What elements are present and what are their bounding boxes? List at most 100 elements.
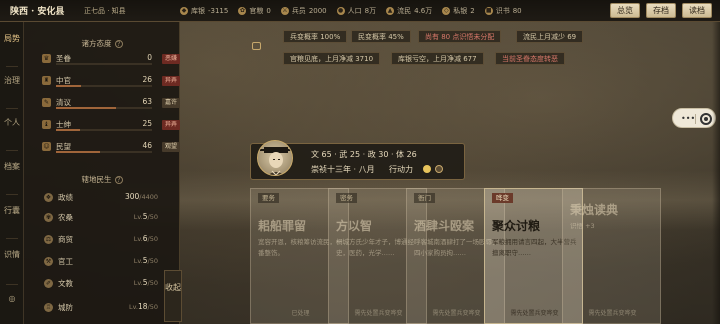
level-max: /50	[147, 279, 158, 287]
stat-value: 0	[266, 6, 271, 15]
tab-label: 个人	[4, 118, 20, 127]
overview-button[interactable]: 总览	[610, 3, 640, 18]
card-title: 聚众讨粮	[492, 219, 541, 233]
top-bar: 陕西 · 安化县 正七品 · 知县 ◆ 库银 -3115 ✿ 官粮 0 ⚔ 兵员 2000 …	[0, 0, 720, 22]
attitude-value: 25	[142, 119, 152, 128]
welfare-level: Lv.5/50	[134, 278, 158, 287]
status-panel: 诸方态度? ♛ 圣眷 0 恶嫌 ♜ 中官 26 异弄 ✎ 清议 63 嘉许 ♝ …	[24, 22, 180, 324]
welfare-row-defense[interactable]: ♖ 城防 Lv.18/50	[44, 302, 170, 314]
level-max: /50	[147, 235, 158, 243]
stat-label: 兵员	[291, 6, 306, 15]
character-attributes: 文 65 · 武 25 · 政 30 · 体 26	[311, 150, 417, 159]
alert-chip[interactable]: 官粮见底，上月净减 3710	[283, 52, 381, 65]
soldier-icon: ⚔	[280, 6, 289, 15]
status-badge: 观望	[162, 142, 180, 152]
people-icon: ☺	[42, 142, 51, 151]
alert-chip[interactable]: 兵变概率 100%	[283, 30, 348, 43]
attitude-row-gentry[interactable]: ♝ 士绅 25	[42, 118, 152, 132]
stat-label: 人口	[347, 6, 362, 15]
stat-knowledge: ■ 识书 80	[484, 6, 522, 16]
attitude-bar-fill	[56, 151, 101, 153]
save-button[interactable]: 存档	[646, 3, 676, 18]
attitude-row-emperor[interactable]: ♛ 圣眷 0	[42, 52, 152, 66]
resource-stats: ◆ 库银 -3115 ✿ 官粮 0 ⚔ 兵员 2000 ● 人口 8万 ▲ 流民 4.6万 ◇ 私银 2…	[180, 6, 610, 16]
stat-private-silver: ◇ 私银 2	[442, 6, 475, 16]
status-badge: 异弄	[162, 76, 180, 86]
attitude-bar	[56, 129, 152, 131]
chat-icon[interactable]	[252, 42, 261, 50]
stat-value: 8万	[364, 6, 377, 15]
official-portrait-icon	[260, 147, 292, 175]
collapse-panel-button[interactable]: 收起	[164, 270, 182, 322]
rail-divider	[6, 150, 18, 151]
welfare-label: 文教	[58, 279, 73, 288]
stat-value: 2	[470, 6, 475, 15]
welfare-label: 官工	[58, 257, 73, 266]
attitude-bar-fill	[56, 129, 80, 131]
top-buttons: 总览 存档 读档	[610, 3, 720, 18]
level-prefix: Lv.	[133, 235, 143, 243]
rail-divider	[6, 194, 18, 195]
politics-value: 300	[124, 192, 140, 201]
status-badge: 嘉许	[162, 98, 180, 108]
brush-icon: ✎	[42, 98, 51, 107]
hammer-icon: ⚒	[44, 257, 53, 266]
stat-value: 2000	[308, 6, 327, 15]
tab-inventory[interactable]: 行囊	[0, 206, 24, 216]
avatar[interactable]	[257, 140, 293, 176]
action-point-filled	[423, 165, 431, 173]
private-silver-icon: ◇	[442, 6, 451, 15]
scroll-icon: ❖	[44, 193, 53, 202]
character-card[interactable]: 文 65 · 武 25 · 政 30 · 体 26 崇祯十三年 · 八月 行动力	[250, 140, 465, 180]
welfare-row-education[interactable]: ✐ 文教 Lv.5/50	[44, 278, 170, 290]
welfare-label: 政绩	[58, 193, 73, 202]
stat-value: -3115	[208, 6, 229, 15]
tab-situation[interactable]: 局势	[0, 34, 24, 44]
left-tab-rail: 局势 治理 个人 档案 行囊 识情 ◎	[0, 22, 24, 324]
attitudes-title-text: 诸方态度	[81, 39, 112, 48]
card-description: 识悟 +3	[570, 222, 595, 230]
stat-label: 库银	[191, 6, 205, 15]
event-card[interactable]: 秉烛读典 识悟 +3 需先处置兵变哗变	[562, 188, 661, 324]
card-category: 哗变	[492, 193, 513, 203]
stat-grain: ✿ 官粮 0	[238, 6, 271, 16]
card-title: 秉烛读典	[570, 203, 619, 217]
attitude-row-literati[interactable]: ✎ 清议 63	[42, 96, 152, 110]
tab-intel[interactable]: 识情	[0, 250, 24, 260]
alert-chip[interactable]: 民变概率 45%	[351, 30, 411, 43]
welfare-row-farming[interactable]: ✾ 农桑 Lv.5/50	[44, 212, 170, 224]
welfare-title: 辖地民生?	[24, 174, 180, 185]
level-prefix: Lv.	[133, 279, 143, 287]
attitude-bar-fill	[56, 85, 81, 87]
welfare-row-trade[interactable]: ⚖ 商贸 Lv.6/50	[44, 234, 170, 246]
help-icon[interactable]: ?	[114, 176, 123, 184]
alert-chip[interactable]: 尚有 80 点识悟未分配	[418, 30, 502, 43]
settings-icon[interactable]: ◎	[0, 294, 24, 304]
help-icon[interactable]: ?	[114, 40, 123, 48]
edge-shadow	[712, 22, 720, 324]
wall-icon: ♖	[44, 303, 53, 312]
more-dots-icon[interactable]: •••	[681, 115, 695, 123]
stat-label: 私银	[453, 6, 468, 15]
record-icon[interactable]	[700, 113, 712, 125]
attitude-row-people[interactable]: ☺ 民望 46	[42, 140, 152, 154]
alert-chip[interactable]: 库银亏空，上月净减 677	[391, 52, 484, 65]
alert-chip[interactable]: 流民上月减少 69	[516, 30, 584, 43]
tab-label: 局势	[4, 34, 20, 43]
grain-icon: ✿	[238, 6, 247, 15]
tab-label: 档案	[4, 162, 20, 171]
tab-governance[interactable]: 治理	[0, 76, 24, 86]
tab-archive[interactable]: 档案	[0, 162, 24, 172]
welfare-row-workshop[interactable]: ⚒ 官工 Lv.5/50	[44, 256, 170, 268]
welfare-row-politics[interactable]: ❖ 政绩 300/4400	[44, 192, 170, 204]
load-button[interactable]: 读档	[682, 3, 712, 18]
stat-refugees: ▲ 流民 4.6万	[386, 6, 432, 16]
emperor-icon: ♛	[42, 54, 51, 63]
level-prefix: Lv.	[128, 303, 138, 311]
game-date: 崇祯十三年 · 八月	[311, 165, 375, 174]
attitude-row-eunuchs[interactable]: ♜ 中官 26	[42, 74, 152, 88]
card-footer: 需先处置兵变哗变	[588, 310, 637, 317]
tab-personal[interactable]: 个人	[0, 118, 24, 128]
politics-max: /4400	[139, 193, 158, 201]
alert-chip[interactable]: 当前圣眷态度转恶	[495, 52, 565, 65]
